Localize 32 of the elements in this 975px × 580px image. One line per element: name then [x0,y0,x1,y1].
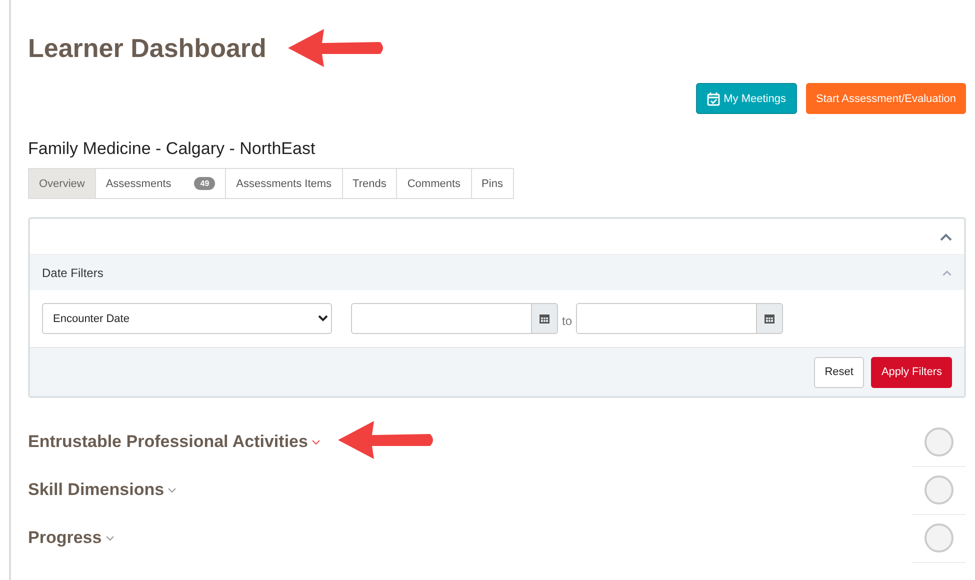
range-separator: to [562,314,572,328]
collapse-icon[interactable] [942,270,952,276]
apply-filters-button[interactable]: Apply Filters [871,356,952,388]
count-badge: 49 [194,177,216,190]
section-title: Date Filters [42,266,104,280]
status-circle-icon [924,474,954,504]
status-circle-icon [924,426,954,456]
calendar-button[interactable] [532,303,558,334]
program-name: Family Medicine - Calgary - NorthEast [28,139,316,159]
tab[interactable]: Assessments Items [225,168,343,199]
section-heading[interactable]: Progress [28,528,102,548]
tab[interactable]: Assessments 49 [94,168,226,199]
date-field[interactable] [351,303,532,334]
chevron-down-icon[interactable] [106,536,114,540]
date-type-select[interactable]: Encounter Date [42,303,332,334]
calendar-button[interactable] [757,303,784,334]
date-field[interactable] [576,303,758,334]
calendar-icon [539,313,550,324]
tab[interactable]: Trends [342,168,398,199]
section-heading[interactable]: Skill Dimensions [28,480,164,500]
tab[interactable]: Comments [396,168,472,199]
reset-button[interactable]: Reset [814,356,864,388]
calendar-icon [764,313,776,324]
chevron-down-icon[interactable] [168,488,176,492]
status-circle-icon [924,522,954,552]
page-title: Learner Dashboard [28,32,266,64]
collapse-icon[interactable] [940,232,952,240]
section-heading[interactable]: Entrustable Professional Activities [28,432,308,452]
calendar-check-icon [706,92,720,106]
tab[interactable]: Overview [28,168,96,199]
tab[interactable]: Pins [470,168,514,199]
chevron-down-icon[interactable] [312,440,320,444]
